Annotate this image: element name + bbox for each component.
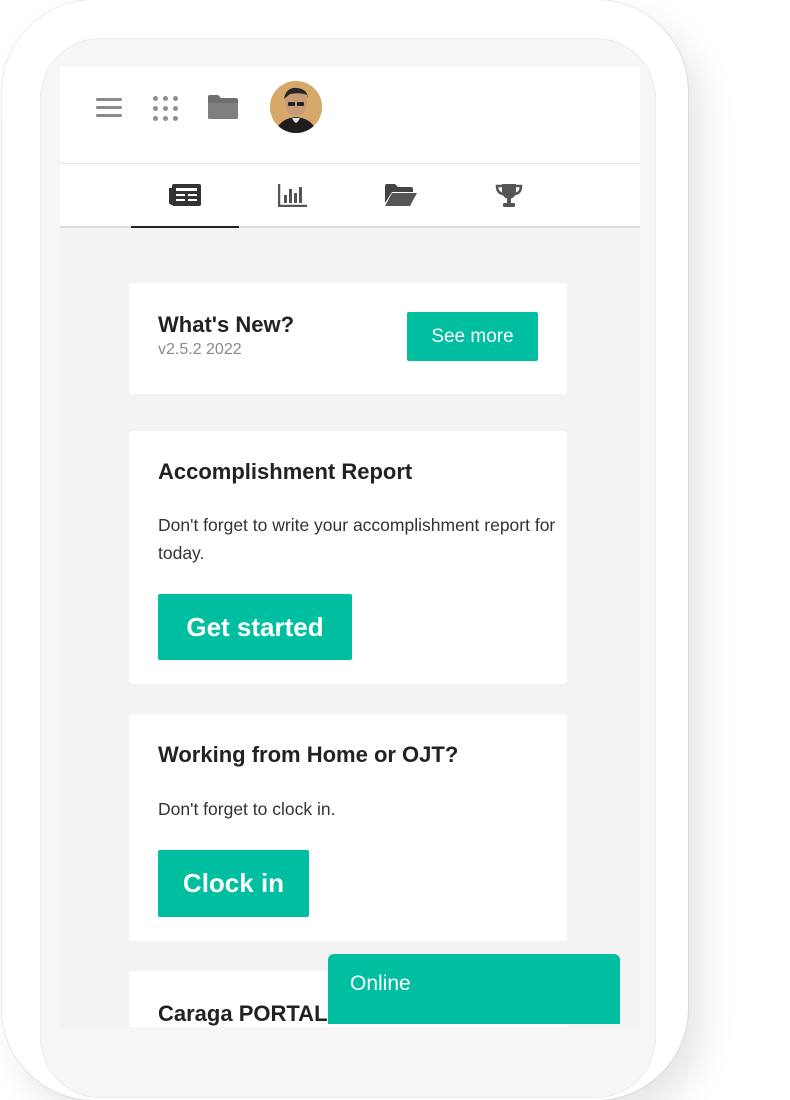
online-status-label: Online [350, 972, 411, 995]
accomplishment-description: Don't forget to write your accomplishmen… [158, 515, 556, 563]
version-label: v2.5.2 2022 [158, 341, 242, 358]
apps-icon[interactable] [153, 96, 179, 122]
portal-title: Caraga PORTAL [158, 1001, 328, 1026]
wfh-title: Working from Home or OJT? [158, 742, 459, 767]
avatar[interactable] [270, 81, 322, 133]
tab-files[interactable] [347, 164, 455, 226]
wfh-description: Don't forget to clock in. [158, 799, 336, 819]
tab-bar [60, 164, 640, 228]
newspaper-icon [169, 184, 201, 206]
app-screen: What's New? v2.5.2 2022 See more Accompl… [60, 67, 640, 1027]
folder-open-icon [385, 184, 417, 206]
wfh-card: Working from Home or OJT? Don't forget t… [129, 714, 567, 941]
bar-chart-icon [278, 184, 307, 207]
clock-in-button[interactable]: Clock in [158, 850, 309, 917]
accomplishment-card: Accomplishment Report Don't forget to wr… [129, 431, 567, 684]
trophy-icon [495, 184, 523, 207]
tab-achievements[interactable] [455, 164, 563, 226]
get-started-button[interactable]: Get started [158, 594, 352, 660]
menu-icon[interactable] [96, 98, 122, 118]
whats-new-title: What's New? [158, 312, 295, 337]
accomplishment-title: Accomplishment Report [158, 459, 413, 484]
online-status-toast[interactable]: Online [328, 954, 620, 1024]
whats-new-card: What's New? v2.5.2 2022 See more [129, 283, 567, 394]
tab-stats[interactable] [239, 164, 347, 226]
top-bar [60, 67, 640, 164]
tab-news[interactable] [131, 164, 239, 228]
folder-icon[interactable] [207, 94, 239, 120]
see-more-button[interactable]: See more [407, 312, 538, 361]
